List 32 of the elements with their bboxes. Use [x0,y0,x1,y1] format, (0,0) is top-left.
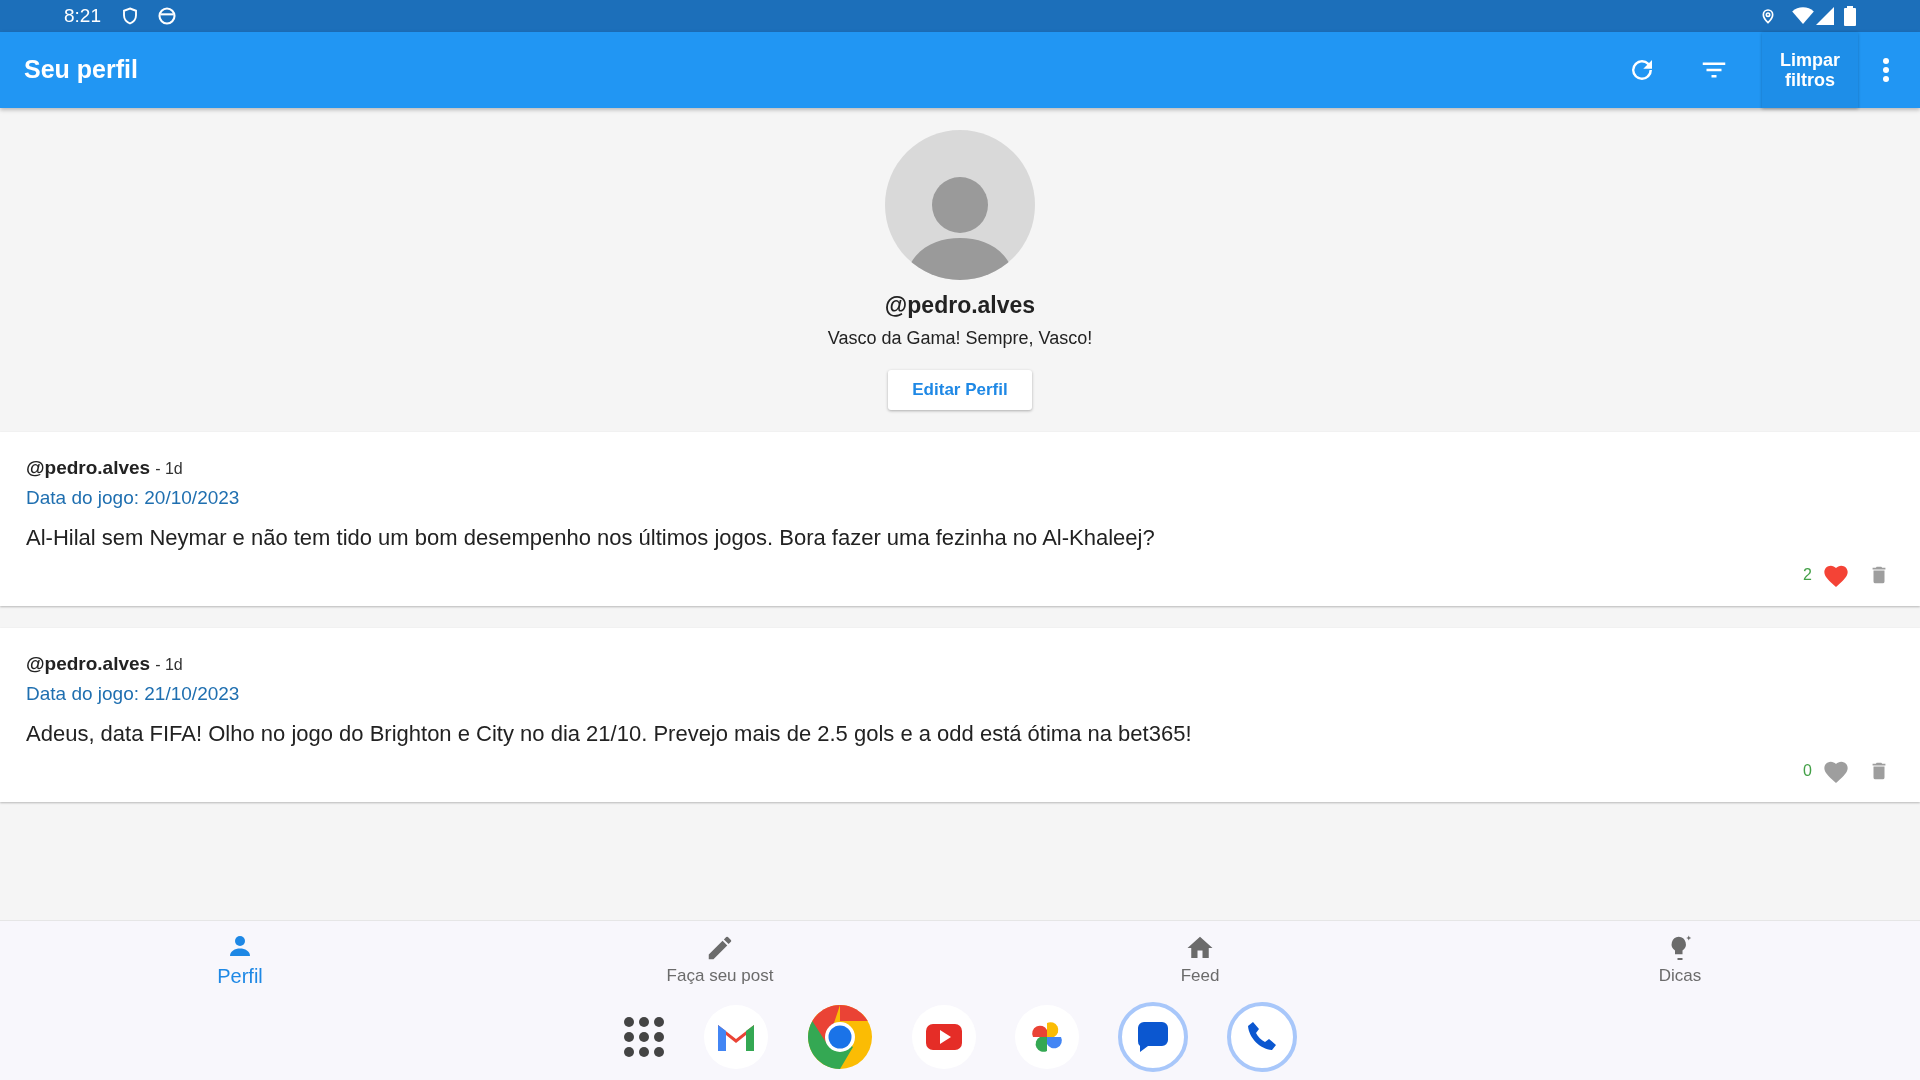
nav-tab[interactable]: Faça seu post [480,921,960,1000]
nav-tab[interactable]: Feed [960,921,1440,1000]
phone-icon[interactable] [1227,1002,1297,1072]
app-title: Seu perfil [24,54,138,86]
game-date: Data do jogo: 20/10/2023 [26,486,241,510]
profile-bio: Vasco da Gama! Sempre, Vasco! [827,326,1093,350]
location-icon [1760,6,1776,26]
video-play-icon[interactable] [912,1005,976,1069]
nav-tab[interactable]: Dicas [1440,921,1920,1000]
nav-tab[interactable]: Perfil [0,921,480,1000]
shield-icon [121,6,139,26]
post-text: Al-Hilal sem Neymar e não tem tido um bom desempenho nos últimos jogos. Bora fazer uma fezinha no Al-Khaleej? [26,523,1156,552]
post-author: @pedro.alves [26,455,151,480]
browser-icon[interactable] [807,1004,873,1070]
wifi-icon [1792,7,1814,25]
like-count: 2 [1803,564,1812,585]
post-text: Adeus, data FIFA! Olho no jogo do Brighton e City no dia 21/10. Prevejo mais de 2.5 gols e a odd está ótima na bet365! [26,719,1193,748]
status-time: 8:21 [64,3,101,28]
like-count: 0 [1803,760,1812,781]
post-age: - 1d [155,654,183,675]
signal-icon [1816,7,1834,25]
clear-filters-button[interactable]: Limpar filtros [1762,32,1858,108]
profile-username: @pedro.alves [884,291,1036,320]
edit-profile-button[interactable]: Editar Perfil [888,369,1032,410]
mail-icon[interactable] [704,1005,768,1069]
pinwheel-icon[interactable] [1015,1005,1079,1069]
post-author: @pedro.alves [26,651,151,676]
post-age: - 1d [155,458,183,479]
app-grid-icon[interactable] [623,1016,665,1058]
chat-icon[interactable] [1118,1002,1188,1072]
game-date: Data do jogo: 21/10/2023 [26,682,241,706]
battery-icon [1844,6,1856,26]
